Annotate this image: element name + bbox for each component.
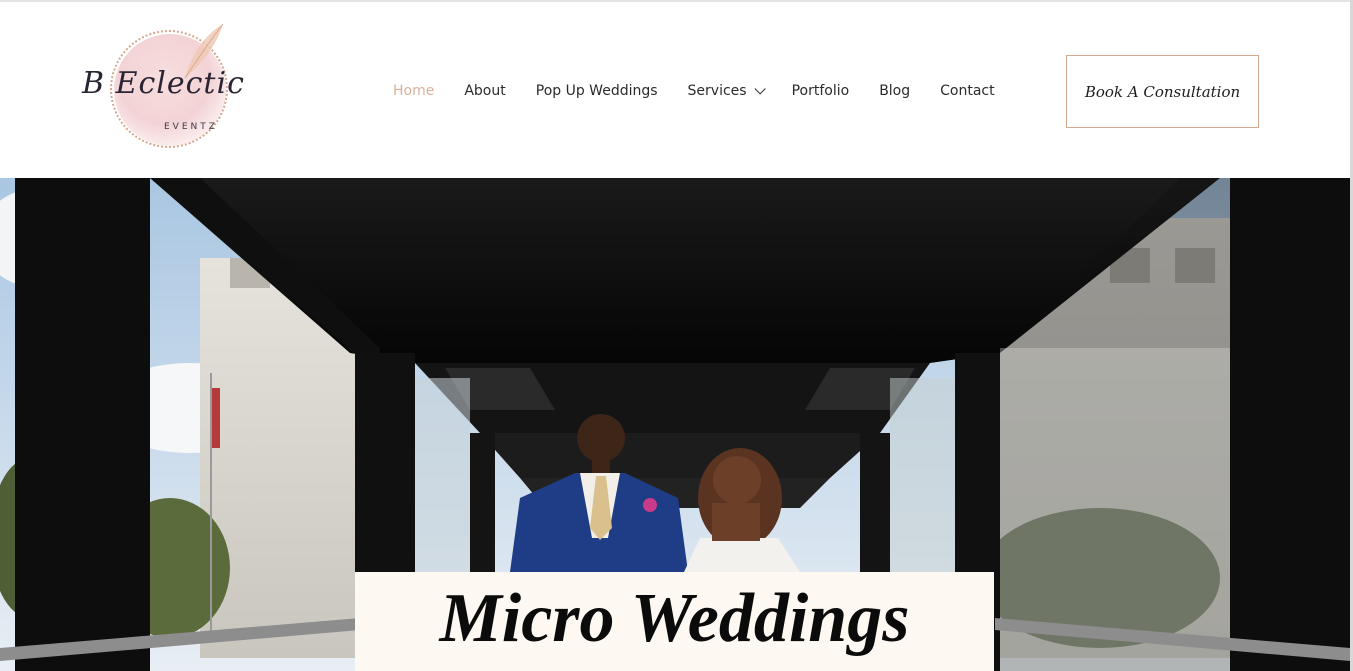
nav-item-services[interactable]: Services bbox=[687, 83, 766, 99]
hero-title: Micro Weddings bbox=[439, 580, 910, 657]
nav-item-home[interactable]: Home bbox=[393, 83, 434, 99]
logo-script-text: B Eclectic bbox=[82, 66, 245, 101]
nav-item-contact[interactable]: Contact bbox=[940, 83, 994, 99]
nav-item-pop-up-weddings[interactable]: Pop Up Weddings bbox=[536, 83, 658, 99]
site-header: B Eclectic EVENTZ Home About Pop Up Wedd… bbox=[0, 2, 1350, 178]
logo-sub-text: EVENTZ bbox=[164, 122, 218, 132]
nav-item-blog[interactable]: Blog bbox=[879, 83, 910, 99]
nav-item-about[interactable]: About bbox=[464, 83, 505, 99]
chevron-down-icon bbox=[754, 83, 766, 95]
site-logo[interactable]: B Eclectic EVENTZ bbox=[82, 22, 262, 164]
hero-section: Micro Weddings bbox=[0, 178, 1350, 671]
nav-item-services-label: Services bbox=[687, 83, 747, 99]
book-consultation-button[interactable]: Book A Consultation bbox=[1066, 55, 1259, 128]
main-nav: Home About Pop Up Weddings Services Port… bbox=[393, 80, 1025, 102]
hero-title-box: Micro Weddings bbox=[355, 572, 994, 671]
nav-item-portfolio[interactable]: Portfolio bbox=[792, 83, 850, 99]
